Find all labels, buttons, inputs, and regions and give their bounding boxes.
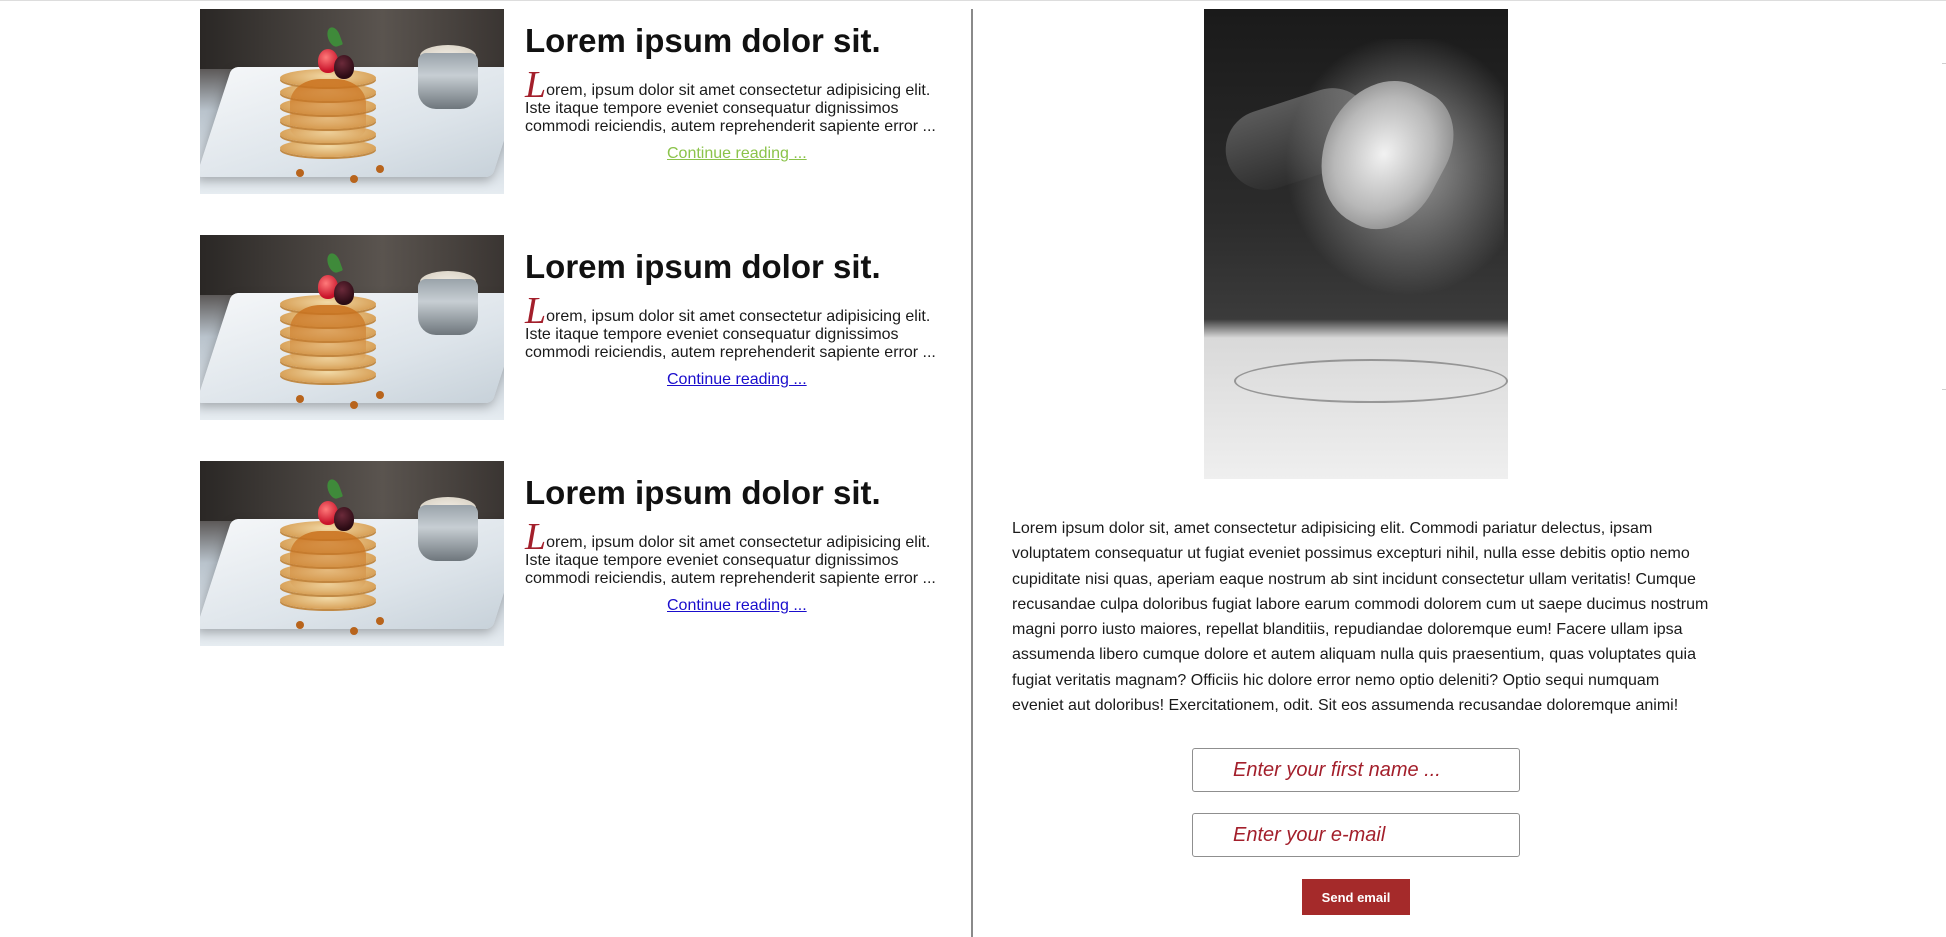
article-excerpt: Lorem, ipsum dolor sit amet consectetur … [525, 66, 945, 136]
article-excerpt: Lorem, ipsum dolor sit amet consectetur … [525, 292, 945, 362]
edge-mark [1942, 389, 1946, 390]
article-body: Lorem ipsum dolor sit. Lorem, ipsum dolo… [525, 9, 945, 164]
article-list: Lorem ipsum dolor sit. Lorem, ipsum dolo… [200, 9, 940, 687]
article-body: Lorem ipsum dolor sit. Lorem, ipsum dolo… [525, 461, 945, 616]
column-divider [971, 9, 973, 937]
first-name-input[interactable] [1192, 748, 1520, 792]
intro-paragraph: Lorem ipsum dolor sit, amet consectetur … [1012, 520, 1709, 715]
article-card: Lorem ipsum dolor sit. Lorem, ipsum dolo… [200, 9, 940, 235]
continue-reading-link[interactable]: Continue reading ... [667, 144, 945, 164]
article-excerpt-text: orem, ipsum dolor sit amet consectetur a… [525, 308, 936, 361]
email-input[interactable] [1192, 813, 1520, 857]
article-title: Lorem ipsum dolor sit. [525, 248, 881, 285]
continue-reading-link[interactable]: Continue reading ... [667, 596, 945, 616]
article-card: Lorem ipsum dolor sit. Lorem, ipsum dolo… [200, 235, 940, 461]
article-body: Lorem ipsum dolor sit. Lorem, ipsum dolo… [525, 235, 945, 390]
article-excerpt-text: orem, ipsum dolor sit amet consectetur a… [525, 82, 936, 135]
flour-hands-image [1204, 9, 1508, 479]
article-excerpt: Lorem, ipsum dolor sit amet consectetur … [525, 518, 945, 588]
pancake-image [200, 9, 504, 194]
send-email-button[interactable]: Send email [1302, 879, 1410, 915]
edge-mark [1942, 63, 1946, 64]
article-title: Lorem ipsum dolor sit. [525, 474, 881, 511]
top-border [0, 0, 1946, 1]
page: Lorem ipsum dolor sit. Lorem, ipsum dolo… [0, 0, 1946, 937]
article-excerpt-text: orem, ipsum dolor sit amet consectetur a… [525, 534, 936, 587]
article-card: Lorem ipsum dolor sit. Lorem, ipsum dolo… [200, 461, 940, 687]
article-title: Lorem ipsum dolor sit. [525, 22, 881, 59]
pancake-image [200, 235, 504, 420]
pancake-image [200, 461, 504, 646]
continue-reading-link[interactable]: Continue reading ... [667, 370, 945, 390]
